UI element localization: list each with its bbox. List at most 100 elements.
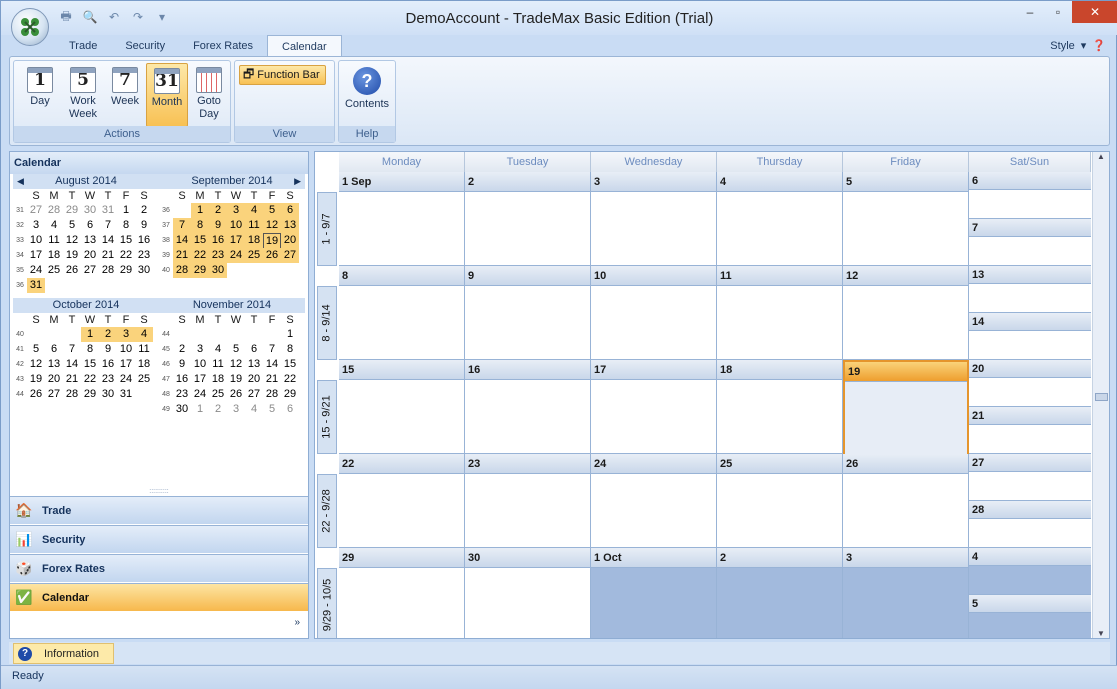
mini-calendar-day[interactable]: 28 [263, 387, 281, 402]
mini-calendar-day[interactable]: 31 [99, 203, 117, 218]
mini-calendar-day[interactable]: 19 [227, 372, 245, 387]
day-cell[interactable]: 18 [717, 360, 843, 454]
saturday-cell[interactable]: 13 [969, 266, 1091, 313]
day-cell[interactable]: 8 [339, 266, 465, 360]
mini-calendar-day[interactable]: 22 [281, 372, 299, 387]
mini-calendar-day[interactable]: 2 [173, 342, 191, 357]
mini-calendar-day[interactable]: 3 [117, 327, 135, 342]
mini-calendar-day[interactable]: 30 [173, 402, 191, 417]
mini-calendar-day[interactable]: 12 [27, 357, 45, 372]
mini-calendar-day[interactable]: 27 [281, 248, 299, 263]
mini-calendar-day[interactable]: 8 [81, 342, 99, 357]
week-view-button[interactable]: 7 Week [104, 63, 146, 127]
mini-calendar-day[interactable]: 4 [135, 327, 153, 342]
mini-calendar-day[interactable]: 29 [117, 263, 135, 278]
mini-calendar-day[interactable]: 31 [117, 387, 135, 402]
mini-calendar-day[interactable]: 11 [135, 342, 153, 357]
saturday-cell[interactable]: 6 [969, 172, 1091, 219]
mini-calendar-day[interactable]: 26 [63, 263, 81, 278]
tab-trade[interactable]: Trade [55, 35, 111, 57]
week-range-label[interactable]: 22 - 9/28 [317, 474, 337, 548]
nav-forex-rates[interactable]: 🎲 Forex Rates [10, 554, 308, 582]
day-cell[interactable]: 11 [717, 266, 843, 360]
month-view-button[interactable]: 31 Month [146, 63, 188, 127]
mini-calendar-day[interactable]: 11 [209, 357, 227, 372]
day-cell[interactable]: 1 Sep [339, 172, 465, 266]
mini-calendar-day[interactable]: 23 [173, 387, 191, 402]
tab-calendar[interactable]: Calendar [267, 35, 342, 57]
mini-calendar-day[interactable]: 5 [263, 203, 281, 218]
mini-calendar-day[interactable]: 26 [227, 387, 245, 402]
sunday-cell[interactable]: 28 [969, 501, 1091, 548]
day-cell[interactable]: 29 [339, 548, 465, 638]
mini-calendar-day[interactable]: 6 [81, 218, 99, 233]
mini-calendar-day[interactable]: 9 [135, 218, 153, 233]
style-menu[interactable]: Style ▾ ❓ [1050, 39, 1106, 53]
nav-trade[interactable]: 🏠 Trade [10, 496, 308, 524]
mini-calendar-day[interactable]: 22 [117, 248, 135, 263]
mini-calendar-day[interactable]: 16 [173, 372, 191, 387]
tab-security[interactable]: Security [111, 35, 179, 57]
mini-calendar-day[interactable]: 30 [99, 387, 117, 402]
mini-calendar-day[interactable]: 10 [227, 218, 245, 233]
calendar-scrollbar[interactable]: ▲ ▼ [1092, 152, 1109, 638]
mini-calendar-day[interactable]: 8 [191, 218, 209, 233]
contents-button[interactable]: ? Contents [344, 63, 390, 127]
mini-calendar-day[interactable]: 5 [263, 402, 281, 417]
mini-calendar-day[interactable]: 7 [263, 342, 281, 357]
tab-forex-rates[interactable]: Forex Rates [179, 35, 267, 57]
mini-calendar-day[interactable]: 27 [81, 263, 99, 278]
mini-calendar-day[interactable]: 1 [81, 327, 99, 342]
mini-calendar-day[interactable]: 9 [99, 342, 117, 357]
mini-calendar-day[interactable]: 17 [117, 357, 135, 372]
day-cell[interactable]: 3 [591, 172, 717, 266]
mini-calendar-day[interactable]: 13 [245, 357, 263, 372]
mini-calendar-day[interactable]: 17 [27, 248, 45, 263]
mini-calendar-day[interactable]: 7 [173, 218, 191, 233]
mini-calendar-day[interactable]: 4 [245, 402, 263, 417]
mini-calendar-day[interactable]: 14 [63, 357, 81, 372]
day-cell[interactable]: 30 [465, 548, 591, 638]
mini-calendar-day[interactable]: 3 [227, 402, 245, 417]
mini-calendar-day[interactable]: 29 [63, 203, 81, 218]
day-cell[interactable]: 23 [465, 454, 591, 548]
scroll-down-icon[interactable]: ▼ [1093, 629, 1109, 638]
mini-calendar-day[interactable]: 7 [63, 342, 81, 357]
mini-calendar-day[interactable]: 5 [27, 342, 45, 357]
mini-calendar-day[interactable]: 24 [191, 387, 209, 402]
mini-calendar-day[interactable]: 10 [191, 357, 209, 372]
mini-calendar-day[interactable]: 30 [81, 203, 99, 218]
mini-calendar-day[interactable]: 9 [209, 218, 227, 233]
day-cell[interactable]: 26 [843, 454, 969, 548]
mini-calendar-day[interactable]: 24 [117, 372, 135, 387]
mini-calendar-day[interactable]: 5 [227, 342, 245, 357]
day-cell[interactable]: 25 [717, 454, 843, 548]
week-range-label[interactable]: 8 - 9/14 [317, 286, 337, 360]
day-cell[interactable]: 1 Oct [591, 548, 717, 638]
goto-day-button[interactable]: Goto Day [188, 63, 230, 127]
mini-calendar-day[interactable]: 21 [99, 248, 117, 263]
app-menu-button[interactable] [11, 8, 49, 46]
mini-calendar-day[interactable]: 6 [245, 342, 263, 357]
day-cell[interactable]: 5 [843, 172, 969, 266]
mini-calendar-day[interactable]: 22 [81, 372, 99, 387]
week-range-label[interactable]: 9/29 - 10/5 [317, 568, 337, 638]
mini-calendar-day[interactable]: 29 [281, 387, 299, 402]
mini-calendar-day[interactable]: 2 [209, 402, 227, 417]
mini-calendar-day[interactable]: 4 [209, 342, 227, 357]
nav-security[interactable]: 📊 Security [10, 525, 308, 553]
mini-calendar-day[interactable]: 13 [281, 218, 299, 233]
day-cell[interactable]: 15 [339, 360, 465, 454]
mini-calendar-day[interactable]: 1 [281, 327, 299, 342]
minimize-icon[interactable]: – [1016, 1, 1044, 23]
mini-calendar-day[interactable]: 23 [209, 248, 227, 263]
mini-calendar-day[interactable]: 28 [99, 263, 117, 278]
mini-calendar-day[interactable]: 10 [117, 342, 135, 357]
mini-calendar-day[interactable]: 25 [45, 263, 63, 278]
mini-calendar-day[interactable]: 14 [263, 357, 281, 372]
mini-calendar-day[interactable]: 12 [263, 218, 281, 233]
mini-calendar-day[interactable]: 18 [45, 248, 63, 263]
next-month-icon[interactable]: ▶ [294, 174, 301, 189]
mini-calendar-day[interactable]: 17 [191, 372, 209, 387]
mini-calendar-day[interactable]: 4 [45, 218, 63, 233]
